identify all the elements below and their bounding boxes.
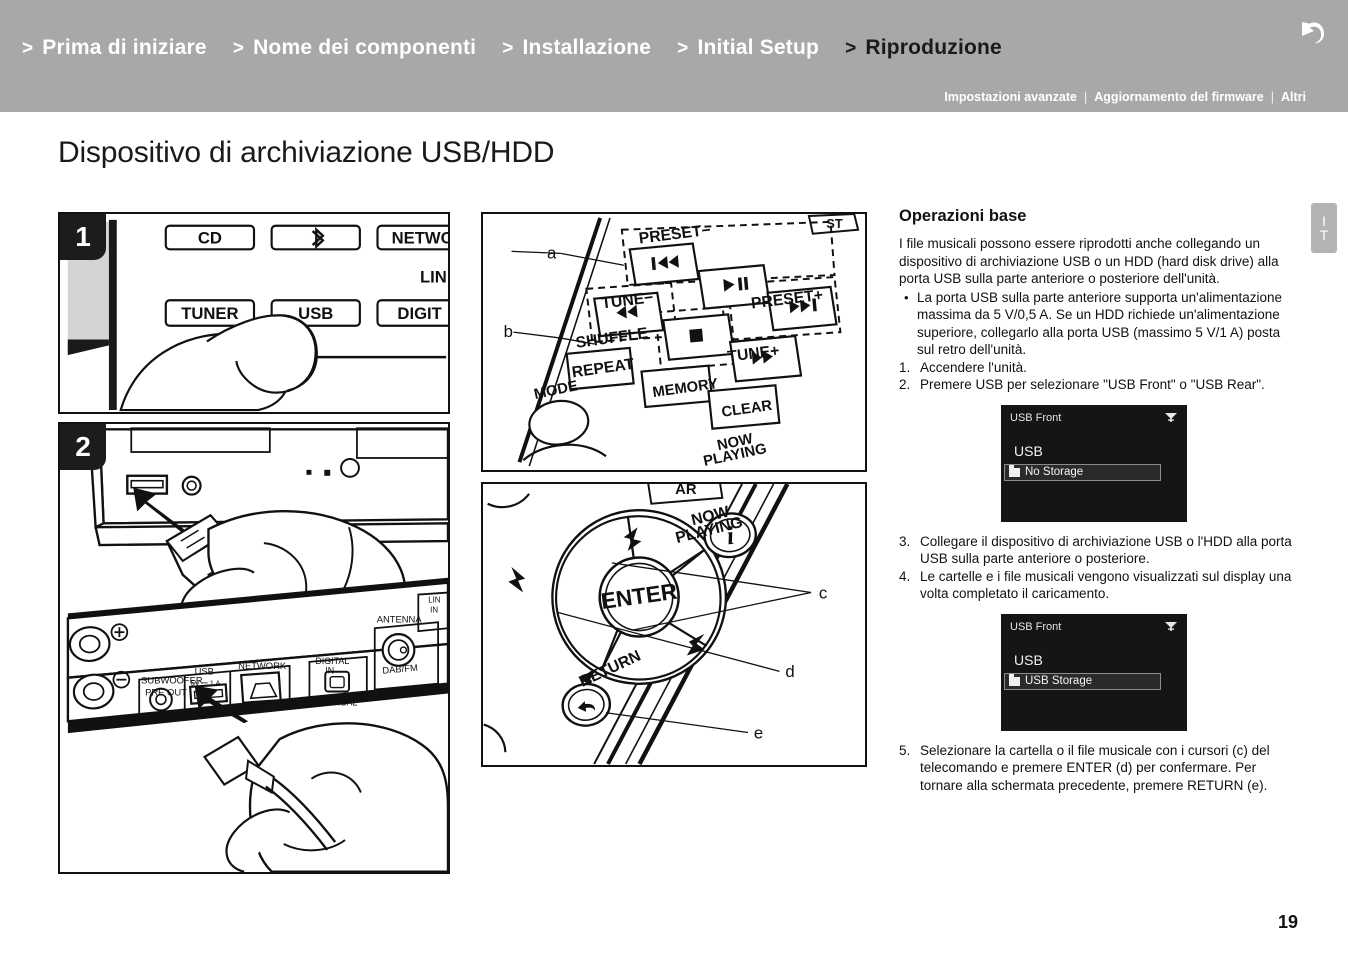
step-number: 3. — [899, 533, 911, 549]
svg-text:LIN: LIN — [428, 595, 441, 604]
chevron-right-icon: > — [22, 38, 34, 59]
svg-text:b: b — [504, 322, 513, 341]
step-2: 2. Premere USB per selezionare "USB Fron… — [899, 376, 1295, 394]
svg-text:DIGIT: DIGIT — [397, 304, 441, 323]
chevron-right-icon: > — [502, 38, 514, 59]
nav-label: Initial Setup — [697, 36, 820, 59]
figure-front-panel-buttons: CD NETWO TUNER USB DIGIT LIN 1 — [58, 212, 450, 414]
step-number: 1. — [899, 359, 911, 375]
svg-text:d: d — [785, 662, 794, 681]
display-group-header: USB — [1014, 651, 1043, 668]
svg-text:NETWORK: NETWORK — [238, 660, 287, 671]
svg-text:USB: USB — [298, 304, 333, 323]
svg-text:USB: USB — [195, 666, 214, 677]
step-number: 5. — [899, 742, 911, 758]
device-display-no-storage: USB Front USB No Storage — [1001, 404, 1187, 522]
breadcrumb-nav: > Prima di iniziare > Nome dei component… — [22, 36, 1028, 60]
svg-text:CD: CD — [198, 228, 222, 247]
page-number: 19 — [1277, 912, 1298, 932]
nav-label: Prima di iniziare — [42, 36, 207, 59]
chevron-right-icon: > — [677, 38, 689, 59]
figure-badge-2: 2 — [60, 424, 106, 470]
step-3: 3. Collegare il dispositivo di archiviaz… — [899, 533, 1295, 568]
lang-tab-line2: T — [1319, 227, 1329, 243]
svg-text:NETWO: NETWO — [392, 228, 448, 247]
folder-icon — [1009, 674, 1020, 686]
display-group-header: USB — [1014, 442, 1043, 459]
nav-label: Riproduzione — [865, 36, 1002, 59]
nav-item-installazione[interactable]: > Installazione — [502, 36, 651, 60]
svg-text:AR: AR — [675, 484, 697, 498]
chevron-right-icon: > — [845, 38, 857, 59]
note-item: La porta USB sulla parte anteriore suppo… — [899, 289, 1295, 359]
display-source-label: USB Front — [1010, 411, 1062, 424]
wifi-icon — [1165, 412, 1177, 422]
subnav-separator: | — [1270, 90, 1274, 104]
step-4: 4. Le cartelle e i file musicali vengono… — [899, 568, 1295, 603]
step-1: 1. Accendere l'unità. — [899, 359, 1295, 377]
step-text: Selezionare la cartella o il file musica… — [920, 742, 1270, 793]
chevron-right-icon: > — [232, 38, 245, 59]
folder-icon — [1009, 465, 1020, 477]
notes-list: La porta USB sulla parte anteriore suppo… — [899, 289, 1295, 359]
step-number: 4. — [899, 568, 911, 584]
intro-paragraph: I file musicali possono essere riprodott… — [899, 236, 1279, 286]
lang-tab-line1: I — [1322, 213, 1326, 229]
subnav-item-impostazioni-avanzate[interactable]: Impostazioni avanzate — [944, 90, 1077, 104]
svg-text:DIGITAL: DIGITAL — [315, 656, 349, 666]
svg-text:ST: ST — [826, 216, 843, 231]
svg-text:IN: IN — [430, 605, 438, 614]
device-display-usb-storage: USB Front USB USB Storage — [1001, 613, 1187, 731]
display-source-label: USB Front — [1010, 620, 1062, 633]
nav-item-prima-di-iniziare[interactable]: > Prima di iniziare — [22, 36, 207, 60]
svg-text:OPTICAL: OPTICAL — [319, 697, 357, 707]
svg-text:TUNER: TUNER — [181, 304, 238, 323]
display-row-label: USB Storage — [1025, 675, 1093, 687]
svg-text:c: c — [819, 583, 827, 602]
front-panel-illustration: CD NETWO TUNER USB DIGIT LIN — [61, 214, 448, 412]
subnav-item-altri[interactable]: Altri — [1281, 90, 1306, 104]
section-title: Operazioni base — [899, 207, 1027, 225]
display-row-label: No Storage — [1025, 466, 1084, 478]
svg-text:e: e — [754, 723, 763, 742]
figure-usb-connection: SUBWOOFER PRE OUT USB 5V ⎓ 1 A NETWORK D… — [58, 422, 450, 874]
svg-text:LIN: LIN — [420, 268, 447, 287]
back-arrow-icon[interactable] — [1288, 12, 1332, 56]
remote-transport-illustration: ST PRESET− PRESET+ TUNE− TUNE+ SHUFFLE R… — [483, 214, 865, 470]
wifi-icon — [1165, 621, 1177, 631]
page-header: > Prima di iniziare > Nome dei component… — [0, 0, 1348, 112]
step-text: Premere USB per selezionare "USB Front" … — [920, 377, 1265, 392]
instructions-column: Operazioni base I file musicali possono … — [899, 207, 1295, 794]
display-selected-row[interactable]: No Storage — [1004, 463, 1161, 481]
nav-label: Nome dei componenti — [253, 36, 477, 59]
secondary-nav: Impostazioni avanzate | Aggiornamento de… — [944, 90, 1306, 104]
usb-connection-illustration: SUBWOOFER PRE OUT USB 5V ⎓ 1 A NETWORK D… — [60, 424, 448, 872]
subnav-separator: | — [1084, 90, 1088, 104]
manual-page: > Prima di iniziare > Nome dei component… — [0, 0, 1348, 954]
nav-item-nome-dei-componenti[interactable]: > Nome dei componenti — [233, 36, 476, 60]
step-5: 5. Selezionare la cartella o il file mus… — [899, 742, 1295, 795]
figure-remote-cursor: AR ENTER i NOW PLAYING RETURN c d e — [481, 482, 867, 767]
figure-badge-1: 1 — [60, 214, 106, 260]
step-text: Collegare il dispositivo di archiviazion… — [920, 533, 1292, 567]
svg-text:ANTENNA: ANTENNA — [377, 613, 423, 624]
nav-item-initial-setup[interactable]: > Initial Setup — [677, 36, 819, 60]
figure-remote-transport: ST PRESET− PRESET+ TUNE− TUNE+ SHUFFLE R… — [481, 212, 867, 472]
subnav-item-aggiornamento-firmware[interactable]: Aggiornamento del firmware — [1094, 90, 1263, 104]
remote-cursor-illustration: AR ENTER i NOW PLAYING RETURN c d e — [483, 484, 865, 765]
step-number: 2. — [899, 377, 911, 392]
language-tab-it[interactable]: I T — [1311, 203, 1337, 253]
nav-label: Installazione — [522, 36, 652, 59]
page-title: Dispositivo di archiviazione USB/HDD — [58, 136, 555, 169]
display-selected-row[interactable]: USB Storage — [1004, 672, 1161, 690]
svg-text:IN: IN — [325, 666, 334, 676]
svg-text:PRE OUT: PRE OUT — [145, 687, 187, 698]
step-text: Le cartelle e i file musicali vengono vi… — [920, 568, 1292, 602]
svg-text:5V ⎓ 1 A: 5V ⎓ 1 A — [191, 679, 221, 688]
nav-item-riproduzione[interactable]: > Riproduzione — [845, 36, 1002, 60]
step-text: Accendere l'unità. — [920, 359, 1027, 375]
